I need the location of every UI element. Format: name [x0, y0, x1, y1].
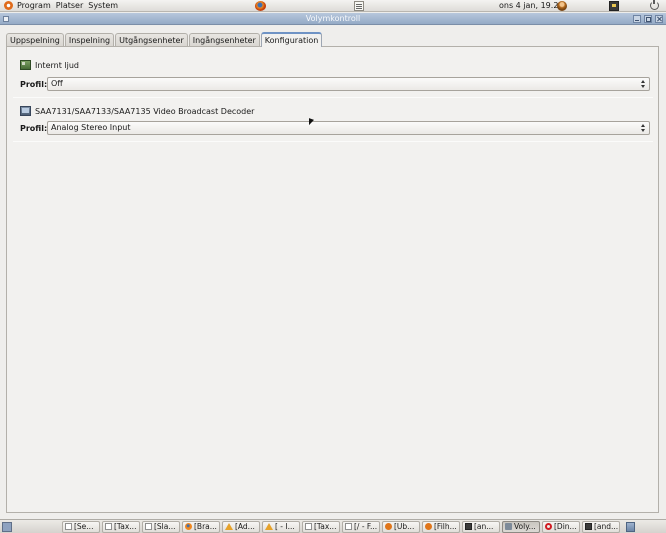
- tab-ingangsenheter[interactable]: Ingångsenheter: [188, 33, 260, 47]
- task-button[interactable]: [/ - F...: [342, 520, 380, 533]
- tab-inspelning[interactable]: Inspelning: [64, 33, 115, 47]
- window-titlebar[interactable]: Volymkontroll: [0, 13, 666, 25]
- device-name: SAA7131/SAA7133/SAA7135 Video Broadcast …: [35, 106, 255, 116]
- task-button[interactable]: [Filh...: [422, 520, 460, 533]
- task-button[interactable]: [Din...: [542, 520, 580, 533]
- window-title: Volymkontroll: [305, 14, 361, 23]
- document-icon: [65, 523, 72, 530]
- opera-icon: [545, 523, 552, 530]
- document-icon: [105, 523, 112, 530]
- combo-arrows-icon: [641, 80, 646, 88]
- window-body: Uppspelning Inspelning Utgångsenheter In…: [0, 26, 666, 519]
- profile-select-internt-ljud[interactable]: Off: [47, 77, 650, 91]
- document-icon: [305, 523, 312, 530]
- profile-value: Off: [51, 79, 63, 88]
- tab-konfiguration[interactable]: Konfiguration: [260, 32, 323, 47]
- task-button[interactable]: [and...: [582, 520, 620, 533]
- tab-uppspelning[interactable]: Uppspelning: [6, 33, 64, 47]
- main-menu-bar: Program Platser System: [0, 0, 123, 12]
- ubuntu-icon: [385, 523, 392, 530]
- volume-icon: [505, 523, 512, 530]
- task-button[interactable]: [Se...: [62, 520, 100, 533]
- separator: [13, 141, 653, 142]
- audio-card-icon: [20, 60, 31, 70]
- combo-arrows-icon: [641, 124, 646, 132]
- menu-platser[interactable]: Platser: [56, 0, 88, 12]
- task-button[interactable]: [an...: [462, 520, 500, 533]
- top-panel: Program Platser System ons 4 jan, 19.24: [0, 0, 666, 12]
- profile-row: Profil: Analog Stereo Input: [20, 121, 650, 135]
- task-button[interactable]: [Tax...: [302, 520, 340, 533]
- maximize-button[interactable]: [644, 15, 652, 23]
- menu-program[interactable]: Program: [17, 0, 56, 12]
- document-icon: [145, 523, 152, 530]
- warning-icon: [225, 523, 233, 530]
- bottom-taskbar: [Se... [Tax... [Sla... [Bra... [Ad... [ …: [0, 519, 666, 533]
- separator: [13, 97, 653, 98]
- document-icon: [345, 523, 352, 530]
- task-button[interactable]: [Bra...: [182, 520, 220, 533]
- tab-utgangsenheter[interactable]: Utgångsenheter: [115, 33, 188, 47]
- show-desktop-icon[interactable]: [2, 521, 12, 532]
- task-button[interactable]: [ - I...: [262, 520, 300, 533]
- configuration-panel: Internt ljud Profil: Off SAA7131/SAA7133…: [6, 46, 659, 513]
- minimize-button[interactable]: [633, 15, 641, 23]
- ubuntu-icon: [425, 523, 432, 530]
- task-button-active[interactable]: Voly...: [502, 520, 540, 533]
- tv-card-icon: [20, 106, 31, 116]
- profile-label: Profil:: [20, 79, 48, 89]
- clock[interactable]: ons 4 jan, 19.24: [499, 0, 564, 12]
- menu-system[interactable]: System: [88, 0, 123, 12]
- close-button[interactable]: [655, 15, 663, 23]
- terminal-icon: [465, 523, 472, 530]
- mouse-pointer-icon: [309, 118, 314, 127]
- firefox-launcher-icon[interactable]: [255, 1, 266, 11]
- notes-launcher-icon[interactable]: [354, 1, 364, 11]
- profile-label: Profil:: [20, 123, 48, 133]
- device-header: SAA7131/SAA7133/SAA7135 Video Broadcast …: [20, 106, 254, 116]
- terminal-icon: [585, 523, 592, 530]
- warning-icon: [265, 523, 273, 530]
- notification-tray-icon[interactable]: [609, 1, 619, 11]
- trash-icon[interactable]: [626, 521, 635, 532]
- task-button[interactable]: [Tax...: [102, 520, 140, 533]
- device-header: Internt ljud: [20, 60, 79, 70]
- task-button[interactable]: [Ub...: [382, 520, 420, 533]
- profile-row: Profil: Off: [20, 77, 650, 91]
- window-list: [Se... [Tax... [Sla... [Bra... [Ad... [ …: [62, 520, 622, 533]
- power-icon[interactable]: [650, 0, 659, 10]
- profile-select-video-decoder[interactable]: Analog Stereo Input: [47, 121, 650, 135]
- ubuntu-logo-icon: [4, 1, 13, 10]
- firefox-icon: [185, 523, 192, 530]
- tab-bar: Uppspelning Inspelning Utgångsenheter In…: [6, 32, 323, 47]
- task-button[interactable]: [Sla...: [142, 520, 180, 533]
- task-button[interactable]: [Ad...: [222, 520, 260, 533]
- profile-value: Analog Stereo Input: [51, 123, 131, 132]
- user-status-icon[interactable]: [557, 1, 567, 11]
- device-name: Internt ljud: [35, 60, 79, 70]
